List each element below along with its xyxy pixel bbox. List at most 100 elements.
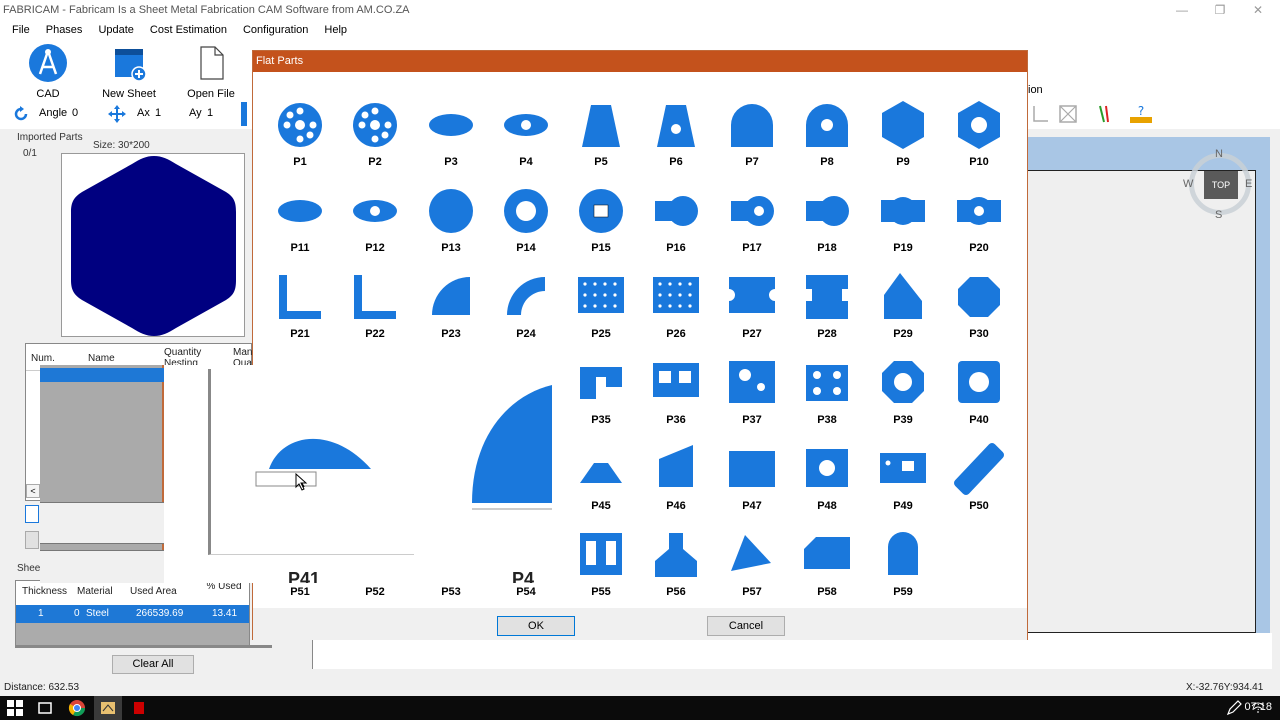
- part-p55[interactable]: P55: [563, 523, 639, 609]
- cancel-button[interactable]: Cancel: [707, 616, 785, 636]
- part-p49[interactable]: P49: [865, 437, 941, 523]
- menu-bar: File Phases Update Cost Estimation Confi…: [0, 20, 1280, 39]
- angle-input[interactable]: 0: [72, 107, 78, 119]
- part-label: P22: [365, 328, 385, 340]
- part-p28[interactable]: P28: [789, 265, 865, 351]
- part-p29[interactable]: P29: [865, 265, 941, 351]
- open-file-button[interactable]: Open File: [179, 43, 243, 100]
- part-p3[interactable]: P3: [413, 93, 489, 179]
- part-p15[interactable]: P15: [563, 179, 639, 265]
- part-p4[interactable]: P4: [488, 93, 564, 179]
- ax-input[interactable]: 1: [155, 107, 161, 119]
- part-p25[interactable]: P25: [563, 265, 639, 351]
- menu-update[interactable]: Update: [90, 24, 141, 36]
- ay-input[interactable]: 1: [207, 107, 213, 119]
- part-p45[interactable]: P45: [563, 437, 639, 523]
- menu-configuration[interactable]: Configuration: [235, 24, 316, 36]
- part-p30[interactable]: P30: [941, 265, 1017, 351]
- part-p59[interactable]: P59: [865, 523, 941, 609]
- menu-phases[interactable]: Phases: [38, 24, 91, 36]
- part-p11[interactable]: P11: [262, 179, 338, 265]
- table-row[interactable]: 1 0 Steel 266539.69 13.41: [16, 605, 249, 623]
- part-shape-icon: [958, 277, 1000, 317]
- part-p50[interactable]: P50: [941, 437, 1017, 523]
- part-shape-icon: [882, 361, 924, 403]
- part-p5[interactable]: P5: [563, 93, 639, 179]
- part-label: P12: [365, 242, 385, 254]
- part-p35[interactable]: P35: [563, 351, 639, 437]
- part-p23[interactable]: P23: [413, 265, 489, 351]
- zoom-label-left: P41: [288, 569, 321, 583]
- part-p24[interactable]: P24: [488, 265, 564, 351]
- measure-icon[interactable]: ?: [1128, 103, 1154, 125]
- box-cross-icon[interactable]: [1058, 104, 1078, 124]
- part-p37[interactable]: P37: [714, 351, 790, 437]
- close-icon[interactable]: ✕: [1238, 0, 1278, 20]
- media-app-icon[interactable]: [130, 699, 148, 717]
- part-p14[interactable]: P14: [488, 179, 564, 265]
- part-p7[interactable]: P7: [714, 93, 790, 179]
- sheet-header-thickness: Thickness: [22, 586, 68, 597]
- part-shape-icon: [279, 275, 321, 319]
- part-p2[interactable]: P2: [337, 93, 413, 179]
- cad-button[interactable]: CAD: [16, 43, 80, 100]
- small-button[interactable]: [25, 531, 39, 549]
- menu-cost-estimation[interactable]: Cost Estimation: [142, 24, 235, 36]
- part-p26[interactable]: P26: [638, 265, 714, 351]
- part-label: P25: [591, 328, 611, 340]
- checkbox[interactable]: [25, 505, 39, 523]
- part-p16[interactable]: P16: [638, 179, 714, 265]
- move-icon[interactable]: [107, 104, 127, 124]
- menu-help[interactable]: Help: [316, 24, 355, 36]
- part-p20[interactable]: P20: [941, 179, 1017, 265]
- part-p27[interactable]: P27: [714, 265, 790, 351]
- part-p39[interactable]: P39: [865, 351, 941, 437]
- windows-start-icon[interactable]: [6, 699, 24, 717]
- part-label: P54: [516, 586, 536, 598]
- pen-icon[interactable]: [1226, 700, 1242, 716]
- rotate-icon[interactable]: [12, 105, 30, 123]
- part-p9[interactable]: P9: [865, 93, 941, 179]
- part-p40[interactable]: P40: [941, 351, 1017, 437]
- part-shape-icon: [653, 277, 699, 313]
- view-top-button[interactable]: TOP: [1204, 171, 1238, 199]
- part-p56[interactable]: P56: [638, 523, 714, 609]
- part-p58[interactable]: P58: [789, 523, 865, 609]
- restore-icon[interactable]: ❐: [1200, 0, 1240, 20]
- new-sheet-button[interactable]: New Sheet: [97, 43, 161, 100]
- part-shape-icon: [958, 361, 1000, 403]
- minimize-icon[interactable]: —: [1162, 0, 1202, 20]
- task-view-icon[interactable]: [36, 699, 54, 717]
- part-p6[interactable]: P6: [638, 93, 714, 179]
- vertical-lines-icon[interactable]: [1096, 104, 1116, 124]
- part-p47[interactable]: P47: [714, 437, 790, 523]
- corner-icon[interactable]: [1030, 104, 1050, 124]
- part-p17[interactable]: P17: [714, 179, 790, 265]
- toolbar-scroll-handle[interactable]: [241, 102, 247, 126]
- part-p10[interactable]: P10: [941, 93, 1017, 179]
- menu-file[interactable]: File: [4, 24, 38, 36]
- part-p22[interactable]: P22: [337, 265, 413, 351]
- part-label: P4: [519, 156, 533, 168]
- scroll-left-arrow[interactable]: <: [26, 484, 40, 498]
- part-p21[interactable]: P21: [262, 265, 338, 351]
- part-p46[interactable]: P46: [638, 437, 714, 523]
- chrome-icon[interactable]: [68, 699, 86, 717]
- clear-all-button[interactable]: Clear All: [112, 655, 194, 674]
- part-p13[interactable]: P13: [413, 179, 489, 265]
- part-p48[interactable]: P48: [789, 437, 865, 523]
- part-shape-icon: [882, 101, 924, 149]
- part-p38[interactable]: P38: [789, 351, 865, 437]
- taskbar: 07:18: [0, 696, 1280, 720]
- part-p57[interactable]: P57: [714, 523, 790, 609]
- part-p18[interactable]: P18: [789, 179, 865, 265]
- ok-button[interactable]: OK: [497, 616, 575, 636]
- part-p1[interactable]: P1: [262, 93, 338, 179]
- sheet-canvas[interactable]: [1028, 170, 1256, 633]
- fabricam-app-icon[interactable]: [99, 699, 117, 717]
- part-p12[interactable]: P12: [337, 179, 413, 265]
- part-p8[interactable]: P8: [789, 93, 865, 179]
- part-shape-icon: [958, 101, 1000, 149]
- part-p36[interactable]: P36: [638, 351, 714, 437]
- part-p19[interactable]: P19: [865, 179, 941, 265]
